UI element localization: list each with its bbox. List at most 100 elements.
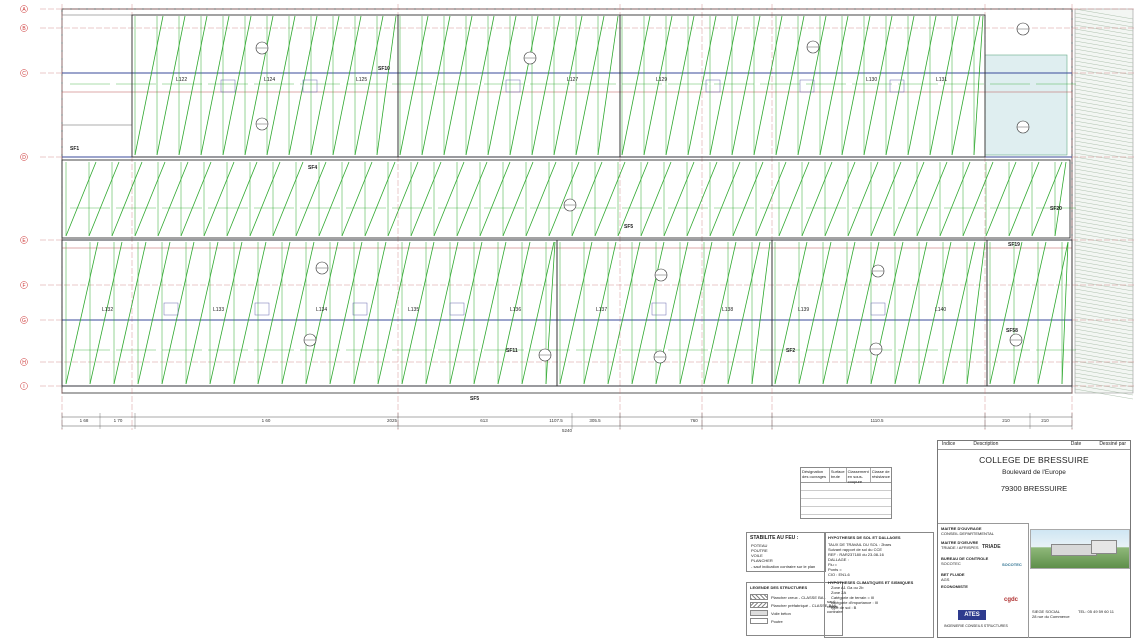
rebar-diagonal (966, 241, 986, 385)
rebar-diagonal (487, 15, 517, 156)
fire-stability-box: STABILITE AU FEU : POTEAU POUTRE VOILE PLAN… (746, 532, 826, 572)
rebar-diagonal (1013, 241, 1047, 385)
project-street: Boulevard de l'Europe (1002, 469, 1066, 476)
rebar-diagonal (594, 161, 626, 237)
rebar-diagonal (778, 161, 810, 237)
rebar-diagonal (973, 15, 984, 156)
rebar-diagonal (774, 241, 808, 385)
company-phone: TEL: 05 49 59 60 11 (1078, 609, 1114, 614)
beam-label-top: L122 (176, 77, 187, 83)
dimension-lines: 1 68 1 70 1 60 2025 613 1107.5 305.5 760 1110.5 2… (61, 413, 1073, 433)
fire-stability-title: STABILITE AU FEU : (750, 535, 799, 541)
cgdc-logo: cgdc (1004, 597, 1019, 603)
beam-label-bottom: L133 (213, 307, 224, 313)
rebar-diagonal (410, 161, 442, 237)
rebar-diagonal (846, 241, 880, 385)
rebar-diagonal (1061, 241, 1069, 385)
beam-label-top: L124 (264, 77, 275, 83)
rev-desc: Description (973, 441, 999, 447)
beam-label-bottom: L138 (722, 307, 733, 313)
rebar-diagonal (433, 161, 465, 237)
dim-value: 2025 (387, 418, 398, 423)
rebar-diagonal (502, 161, 534, 237)
beam-label-top: L130 (866, 77, 877, 83)
rebar-diagonal (819, 15, 849, 156)
rebar-diagonal (88, 161, 120, 237)
opening-box (449, 302, 465, 316)
room-outline (771, 239, 988, 387)
opening-box (705, 79, 721, 93)
rebar-diagonal (134, 161, 166, 237)
rebar-diagonal (377, 241, 411, 385)
rebar-diagonal (113, 241, 147, 385)
dim-value: 1 68 (80, 418, 89, 423)
beam-label-bottom: L135 (408, 307, 419, 313)
slab-label: SF20 (1050, 206, 1062, 212)
rebar-diagonal (951, 15, 981, 156)
rebar-diagonal (1054, 161, 1067, 237)
beam-labels: L122 L124 L125 L127 L129 L130 L131 L132 L133 L134… (70, 66, 1062, 402)
rebar-diagonal (870, 241, 904, 385)
rebar-diagonal (364, 161, 396, 237)
rebar-diagonal (916, 161, 948, 237)
beam-label-bottom: L136 (510, 307, 521, 313)
rebar-diagonal (376, 15, 397, 156)
hypotheses-title: HYPOTHESES DE SOL ET DALLAGES (828, 535, 901, 540)
rebar-diagonal (497, 241, 531, 385)
opening-box (870, 302, 886, 316)
rebar-diagonal (233, 241, 267, 385)
rebar-diagonal (425, 241, 459, 385)
slab-label: SF58 (1006, 328, 1018, 334)
dim-value: 613 (480, 418, 488, 423)
rebar-diagonal (226, 161, 258, 237)
rebar-diagonal (559, 241, 593, 385)
rebar-diagonal (272, 161, 304, 237)
room-outline (397, 14, 621, 158)
grid-row-labels: ABCDEFGHI (20, 5, 28, 390)
opening-box (302, 79, 318, 93)
rebar-diagonal (178, 15, 208, 156)
rebar-diagonal (870, 161, 902, 237)
rebar-diagonal (597, 15, 619, 156)
hypotheses-lines: TAUX DE TRAVAIL DU SOL : 2bars Suivant r… (828, 542, 892, 577)
rebar-diagonal (575, 15, 605, 156)
rebar-diagonal (156, 15, 186, 156)
rev-index: Indice (942, 441, 956, 447)
room-outline (556, 239, 773, 387)
rebar-diagonal (731, 15, 761, 156)
rebar-diagonal (847, 161, 879, 237)
rebar-diagonal (621, 15, 651, 156)
room-outline (61, 159, 1071, 239)
rebar-diagonal (1037, 241, 1069, 385)
legend-swatch-3 (750, 610, 768, 616)
stair-left (61, 14, 133, 126)
beam-label-bottom: L137 (596, 307, 607, 313)
rebar-diagonal (249, 161, 281, 237)
rebar-diagonal (571, 161, 603, 237)
room-outline (131, 14, 399, 158)
rebar-diagonal (266, 15, 296, 156)
rebar-diagonal (65, 241, 99, 385)
triade-logo: TRIADE (982, 544, 1001, 550)
beam-label-top: L129 (656, 77, 667, 83)
rebar-diagonal (607, 241, 641, 385)
seismic-lines: Zone A1 Ga ou 2b Zone 2A Catégorie de te… (831, 585, 879, 610)
beam-label-bottom: L139 (798, 307, 809, 313)
rebar-diagonal (295, 161, 327, 237)
rebar-diagonal (479, 161, 511, 237)
rebar-diagonal (200, 15, 230, 156)
seismic-title: HYPOTHESES CLIMATIQUES ET SISMIQUES (828, 580, 914, 585)
rebar-diagonal (753, 15, 783, 156)
legend-swatch-2 (750, 602, 768, 608)
slab-label: SF11 (506, 348, 518, 354)
rebar-diagonal (332, 15, 362, 156)
beam-label-bottom: L134 (316, 307, 327, 313)
dim-total: 5240 (562, 428, 573, 433)
stair-zone (984, 54, 1068, 156)
dim-value: 305.5 (589, 418, 601, 423)
legend-swatch-1 (750, 594, 768, 600)
rebar-diagonal (665, 15, 695, 156)
row-label: D (22, 155, 26, 161)
slab-label: SF2 (786, 348, 795, 354)
project-rendering (1030, 529, 1130, 569)
